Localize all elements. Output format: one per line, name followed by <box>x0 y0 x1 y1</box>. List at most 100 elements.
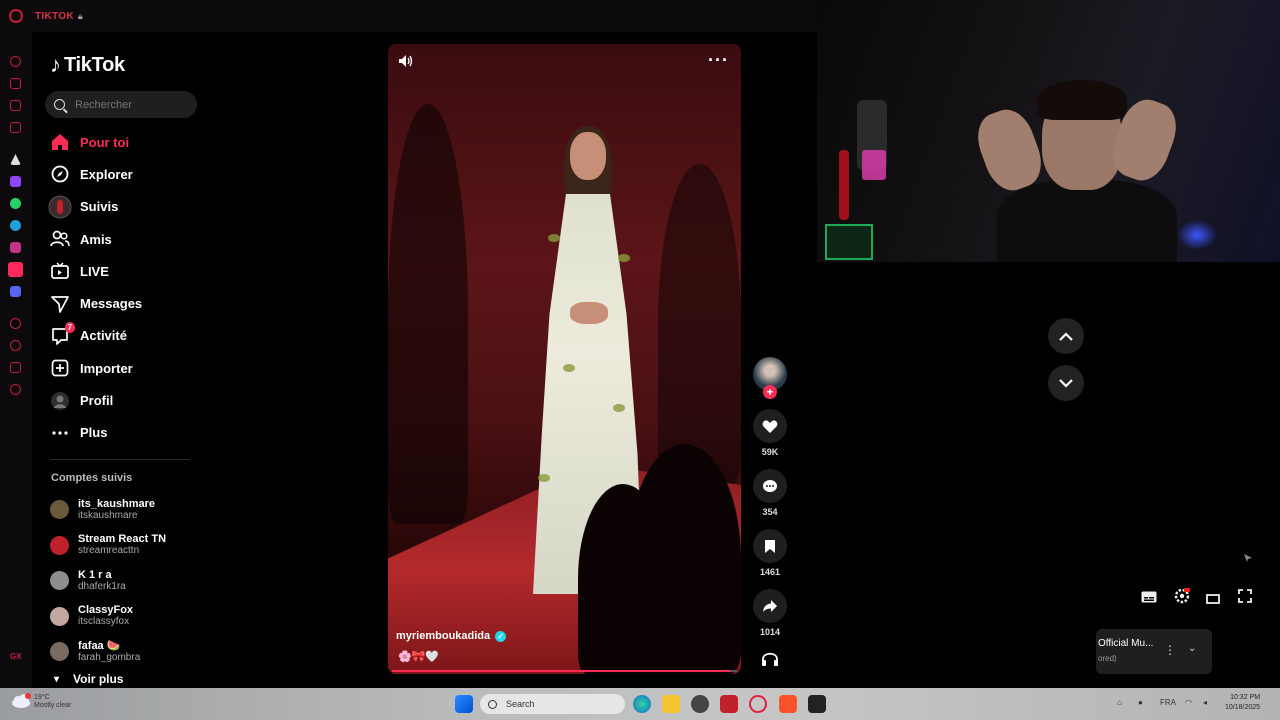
video-author[interactable]: myriemboukadida <box>396 630 490 642</box>
media-app-icon[interactable] <box>720 695 738 713</box>
file-explorer-icon[interactable] <box>662 695 680 713</box>
chat-icon[interactable] <box>10 100 21 111</box>
comment-action[interactable]: 354 <box>753 469 787 517</box>
share-icon[interactable] <box>753 589 787 623</box>
live-icon <box>48 259 72 283</box>
tray-volume-icon[interactable]: ◂ <box>1203 698 1207 707</box>
tray-wifi-icon[interactable]: ◠ <box>1185 698 1192 707</box>
nav-item-activite[interactable]: 7 Activité <box>48 320 198 352</box>
extensions-icon[interactable] <box>10 362 21 373</box>
leaf-pattern <box>613 404 625 412</box>
account-handle: itskaushmare <box>78 509 138 521</box>
tray-network-icon[interactable]: ⌂ <box>1117 698 1122 707</box>
chevron-down-icon[interactable]: ⌄ <box>1188 643 1196 654</box>
speed-dial-icon[interactable] <box>10 56 21 67</box>
crowd-shape <box>658 164 741 484</box>
search-bar[interactable] <box>45 91 197 118</box>
leaf-pattern <box>548 234 560 242</box>
nav-item-profil[interactable]: Profil <box>48 384 198 416</box>
nav-item-plus[interactable]: Plus <box>48 417 198 449</box>
upload-icon <box>48 356 72 380</box>
more-dots-icon <box>48 421 72 445</box>
video-player[interactable]: ··· myriemboukadida ✓ 🌸🎀🤍 <box>388 44 741 674</box>
system-clock[interactable]: 10:32 PM 10/18/2025 <box>1225 693 1260 713</box>
see-more-button[interactable]: ▾ Voir plus <box>54 672 123 686</box>
telegram-icon[interactable] <box>10 220 21 231</box>
creator-avatar[interactable]: + <box>753 357 787 399</box>
start-icon[interactable] <box>455 695 473 713</box>
subtitles-icon[interactable] <box>1141 590 1157 608</box>
account-name: Stream React TN <box>78 533 167 546</box>
brave-icon[interactable] <box>779 695 797 713</box>
tray-mic-icon[interactable]: ● <box>1138 698 1143 707</box>
avatar <box>50 571 69 591</box>
account-handle: itsclassyfox <box>78 616 130 628</box>
fullscreen-icon[interactable] <box>1238 589 1252 608</box>
streamer-hair <box>1037 80 1127 120</box>
nav-item-amis[interactable]: Amis <box>48 223 198 255</box>
discord-icon[interactable] <box>10 286 21 297</box>
chrome-icon[interactable] <box>691 695 709 713</box>
nav-item-pour-toi[interactable]: Pour toi <box>48 126 198 158</box>
settings-icon[interactable] <box>10 384 21 395</box>
activity-icon: 7 <box>48 321 75 348</box>
weather-widget[interactable] <box>10 693 32 711</box>
now-playing-subtitle: ored) <box>1098 654 1117 663</box>
player-icon[interactable] <box>10 318 21 329</box>
youtube-miniplayer[interactable] <box>1099 262 1280 607</box>
model-head <box>570 132 606 180</box>
nav-item-live[interactable]: LIVE <box>48 255 198 287</box>
youtube-settings-icon[interactable] <box>1174 588 1190 609</box>
search-input[interactable] <box>73 97 187 112</box>
like-action[interactable]: 59K <box>753 409 787 457</box>
theater-mode-icon[interactable] <box>1206 591 1220 609</box>
twitch-icon[interactable] <box>10 176 21 187</box>
bookmark-action[interactable]: 1461 <box>753 529 787 577</box>
more-options-icon[interactable]: ··· <box>708 50 729 71</box>
followed-account[interactable]: fafaa 🍉 farah_gombra <box>50 634 166 670</box>
nav-label: Activité <box>80 328 127 344</box>
follow-plus-icon[interactable]: + <box>763 385 777 399</box>
nav-item-explorer[interactable]: Explorer <box>48 158 198 190</box>
bag-icon[interactable] <box>10 78 21 89</box>
edge-icon[interactable] <box>633 695 651 713</box>
history-icon[interactable] <box>10 340 21 351</box>
next-video-button[interactable] <box>1048 365 1084 401</box>
followed-account[interactable]: its_kaushmare itskaushmare <box>50 492 166 528</box>
instagram-icon[interactable] <box>10 242 21 253</box>
opera-gx-taskbar-icon[interactable] <box>749 695 767 713</box>
news-icon[interactable] <box>10 122 21 133</box>
tiktok-logo[interactable]: ♪ TikTok <box>50 52 125 78</box>
video-author-line[interactable]: myriemboukadida ✓ <box>396 630 507 642</box>
nav-item-suivis[interactable]: Suivis <box>48 191 198 223</box>
language-indicator[interactable]: FRA <box>1160 698 1176 707</box>
followed-account[interactable]: ClassyFox itsclassyfox <box>50 599 166 635</box>
youtube-now-playing[interactable]: Official Mu... ored) ⋮ ⌄ <box>1096 629 1212 674</box>
opera-gx-logo-icon[interactable] <box>9 9 23 23</box>
avatar <box>50 606 69 626</box>
nav-item-importer[interactable]: Importer <box>48 352 198 384</box>
bookmark-icon[interactable] <box>753 529 787 563</box>
nav-label: Suivis <box>80 199 119 215</box>
volume-icon[interactable] <box>398 54 414 73</box>
share-action[interactable]: 1014 <box>753 589 787 637</box>
tiktok-sidebar-icon[interactable] <box>8 262 23 277</box>
nav-item-messages[interactable]: Messages <box>48 287 198 319</box>
followed-account[interactable]: Stream React TN streamreacttn <box>50 528 166 564</box>
taskbar-search[interactable]: Search <box>480 694 625 714</box>
whatsapp-icon[interactable] <box>10 198 21 209</box>
search-icon <box>488 699 497 709</box>
app-icon[interactable] <box>808 695 826 713</box>
heart-icon[interactable] <box>753 409 787 443</box>
sound-action[interactable] <box>753 651 787 672</box>
headphones-icon[interactable] <box>761 651 779 672</box>
comment-icon[interactable] <box>753 469 787 503</box>
followed-account[interactable]: K 1 r a dhaferk1ra <box>50 563 166 599</box>
see-more-label: Voir plus <box>73 672 124 686</box>
kebab-menu-icon[interactable]: ⋮ <box>1164 643 1176 657</box>
weather-desc: Mostly clear <box>34 702 72 709</box>
avatar <box>50 642 69 662</box>
video-progress-bar[interactable] <box>392 670 737 672</box>
previous-video-button[interactable] <box>1048 318 1084 354</box>
aria-icon[interactable] <box>10 154 21 165</box>
